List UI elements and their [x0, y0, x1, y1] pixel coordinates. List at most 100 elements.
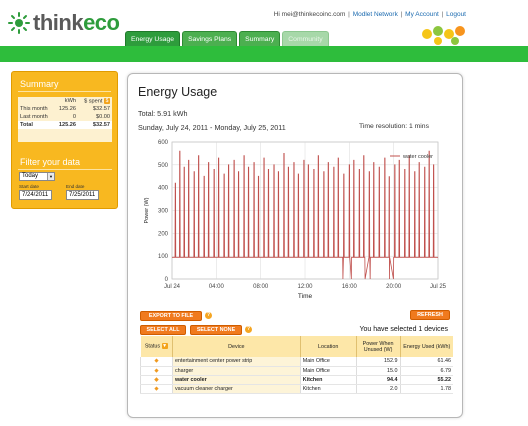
col-status[interactable]: Status ▼ — [140, 336, 173, 357]
divider — [18, 169, 112, 170]
chevron-down-icon: ▼ — [47, 173, 54, 180]
col-kwh: kWh — [64, 98, 76, 105]
col-location[interactable]: Location — [299, 336, 357, 357]
row-spent: $32.57 — [92, 106, 110, 113]
device-location: Kitchen — [299, 384, 357, 394]
period-select[interactable]: Today ▼ — [19, 172, 55, 181]
main-tabs: Energy Usage Savings Plans Summary Commu… — [125, 31, 329, 47]
device-location: Main Office — [299, 366, 357, 376]
summary-table: kWh $ spent $ This month 125.26 $32.57 L… — [18, 97, 112, 142]
legend-label: water cooler — [402, 154, 433, 160]
logo-eco: eco — [83, 10, 120, 35]
device-power: 15.0 — [355, 366, 401, 376]
modlet-network-link[interactable]: Modlet Network — [353, 11, 398, 18]
table-row-selected[interactable]: ◆ water cooler Kitchen 94.4 55.22 — [140, 375, 453, 385]
thinkeco-logo[interactable]: thinkeco — [8, 10, 120, 36]
dollar-icon: $ — [104, 98, 110, 104]
filter-heading: Filter your data — [20, 157, 81, 167]
status-icon: ◆ — [140, 384, 173, 394]
status-icon: ◆ — [140, 366, 173, 376]
col-spent: $ spent $ — [84, 98, 110, 105]
start-date-field[interactable]: 7/24/2011 — [19, 190, 52, 200]
start-date-label: Start date — [19, 184, 39, 189]
tab-savings-plans[interactable]: Savings Plans — [182, 31, 238, 47]
y-tick-label: 500 — [158, 163, 169, 169]
x-tick-label: Jul 24 — [164, 284, 181, 290]
tab-community: Community — [282, 31, 329, 47]
table-row[interactable]: ◆ entertainment center power strip Main … — [140, 357, 453, 367]
row-spent: $0.00 — [96, 114, 110, 121]
summary-heading: Summary — [20, 79, 59, 89]
select-all-button[interactable]: SELECT ALL — [140, 325, 186, 335]
power-chart[interactable]: 0 100 200 300 400 500 600 Jul 24 04:00 08:00 12:00… — [138, 134, 454, 304]
summary-row: Last month 0 $0.00 — [18, 113, 112, 121]
x-tick-label: 12:00 — [297, 284, 313, 290]
y-tick-label: 300 — [158, 209, 169, 215]
page-title: Energy Usage — [138, 85, 218, 99]
y-axis-label: Power (W) — [144, 197, 150, 223]
logo-think: think — [33, 10, 84, 35]
divider — [18, 91, 111, 92]
device-power: 94.4 — [355, 375, 401, 385]
my-account-link[interactable]: My Account — [405, 11, 439, 18]
x-tick-label: 16:00 — [342, 284, 358, 290]
brand-badge-icon — [422, 26, 465, 45]
bulb-icon — [8, 12, 30, 34]
row-spent: $32.57 — [92, 122, 110, 129]
nav-bar — [0, 46, 528, 62]
table-header: Status ▼ Device Location Power When Unus… — [140, 336, 453, 357]
device-name[interactable]: charger — [171, 366, 301, 376]
y-tick-label: 200 — [158, 231, 169, 237]
device-name[interactable]: water cooler — [171, 375, 301, 385]
sidebar: Summary kWh $ spent $ This month 125.26 … — [11, 71, 118, 209]
sort-icon: ▼ — [161, 343, 168, 350]
y-tick-label: 0 — [165, 277, 169, 283]
end-date-label: End date — [66, 184, 85, 189]
row-label: Total — [20, 122, 33, 129]
device-name[interactable]: entertainment center power strip — [171, 357, 301, 367]
summary-row: This month 125.26 $32.57 — [18, 105, 112, 113]
help-icon[interactable]: ? — [245, 326, 252, 333]
time-resolution: Time resolution: 1 mins — [358, 123, 429, 130]
status-icon: ◆ — [140, 357, 173, 367]
device-power: 152.9 — [355, 357, 401, 367]
device-energy: 6.79 — [399, 366, 453, 376]
end-date-field[interactable]: 7/25/2011 — [66, 190, 99, 200]
device-energy: 61.46 — [399, 357, 453, 367]
export-button[interactable]: EXPORT TO FILE — [140, 311, 202, 321]
refresh-button[interactable]: REFRESH — [410, 310, 450, 320]
select-none-button[interactable]: SELECT NONE — [190, 325, 242, 335]
x-axis-label: Time — [298, 293, 313, 300]
y-tick-label: 100 — [158, 254, 169, 260]
tab-energy-usage[interactable]: Energy Usage — [125, 31, 181, 47]
device-table: Status ▼ Device Location Power When Unus… — [140, 336, 453, 394]
x-tick-label: 04:00 — [209, 284, 225, 290]
table-row[interactable]: ◆ charger Main Office 15.0 6.79 — [140, 366, 453, 376]
row-kwh: 0 — [72, 114, 76, 121]
tab-summary[interactable]: Summary — [239, 31, 281, 47]
x-tick-label: 20:00 — [386, 284, 402, 290]
row-label: This month — [20, 106, 48, 113]
row-kwh: 125.26 — [58, 122, 76, 129]
total-energy: Total: 5.91 kWh — [138, 109, 188, 118]
device-energy: 1.78 — [399, 384, 453, 394]
device-location: Kitchen — [299, 375, 357, 385]
period-value: Today — [22, 173, 39, 179]
device-power: 2.0 — [355, 384, 401, 394]
col-device[interactable]: Device — [171, 336, 301, 357]
col-power[interactable]: Power When Unused (W) — [355, 336, 401, 357]
col-energy[interactable]: Energy Used (kWh) — [399, 336, 453, 357]
account-links: Hi mei@thinkecoinc.com | Modlet Network … — [273, 11, 466, 18]
logo-text: thinkeco — [33, 10, 120, 36]
status-icon: ◆ — [140, 375, 173, 385]
device-energy: 55.22 — [399, 375, 453, 385]
row-kwh: 125.26 — [58, 106, 76, 113]
greeting-text: Hi mei@thinkecoinc.com — [273, 11, 346, 18]
y-tick-label: 400 — [158, 186, 169, 192]
y-tick-label: 600 — [158, 140, 169, 146]
help-icon[interactable]: ? — [205, 312, 212, 319]
logout-link[interactable]: Logout — [446, 11, 466, 18]
device-name[interactable]: vacuum cleaner charger — [171, 384, 301, 394]
table-row[interactable]: ◆ vacuum cleaner charger Kitchen 2.0 1.7… — [140, 384, 453, 394]
date-range: Sunday, July 24, 2011 - Monday, July 25,… — [138, 123, 286, 132]
